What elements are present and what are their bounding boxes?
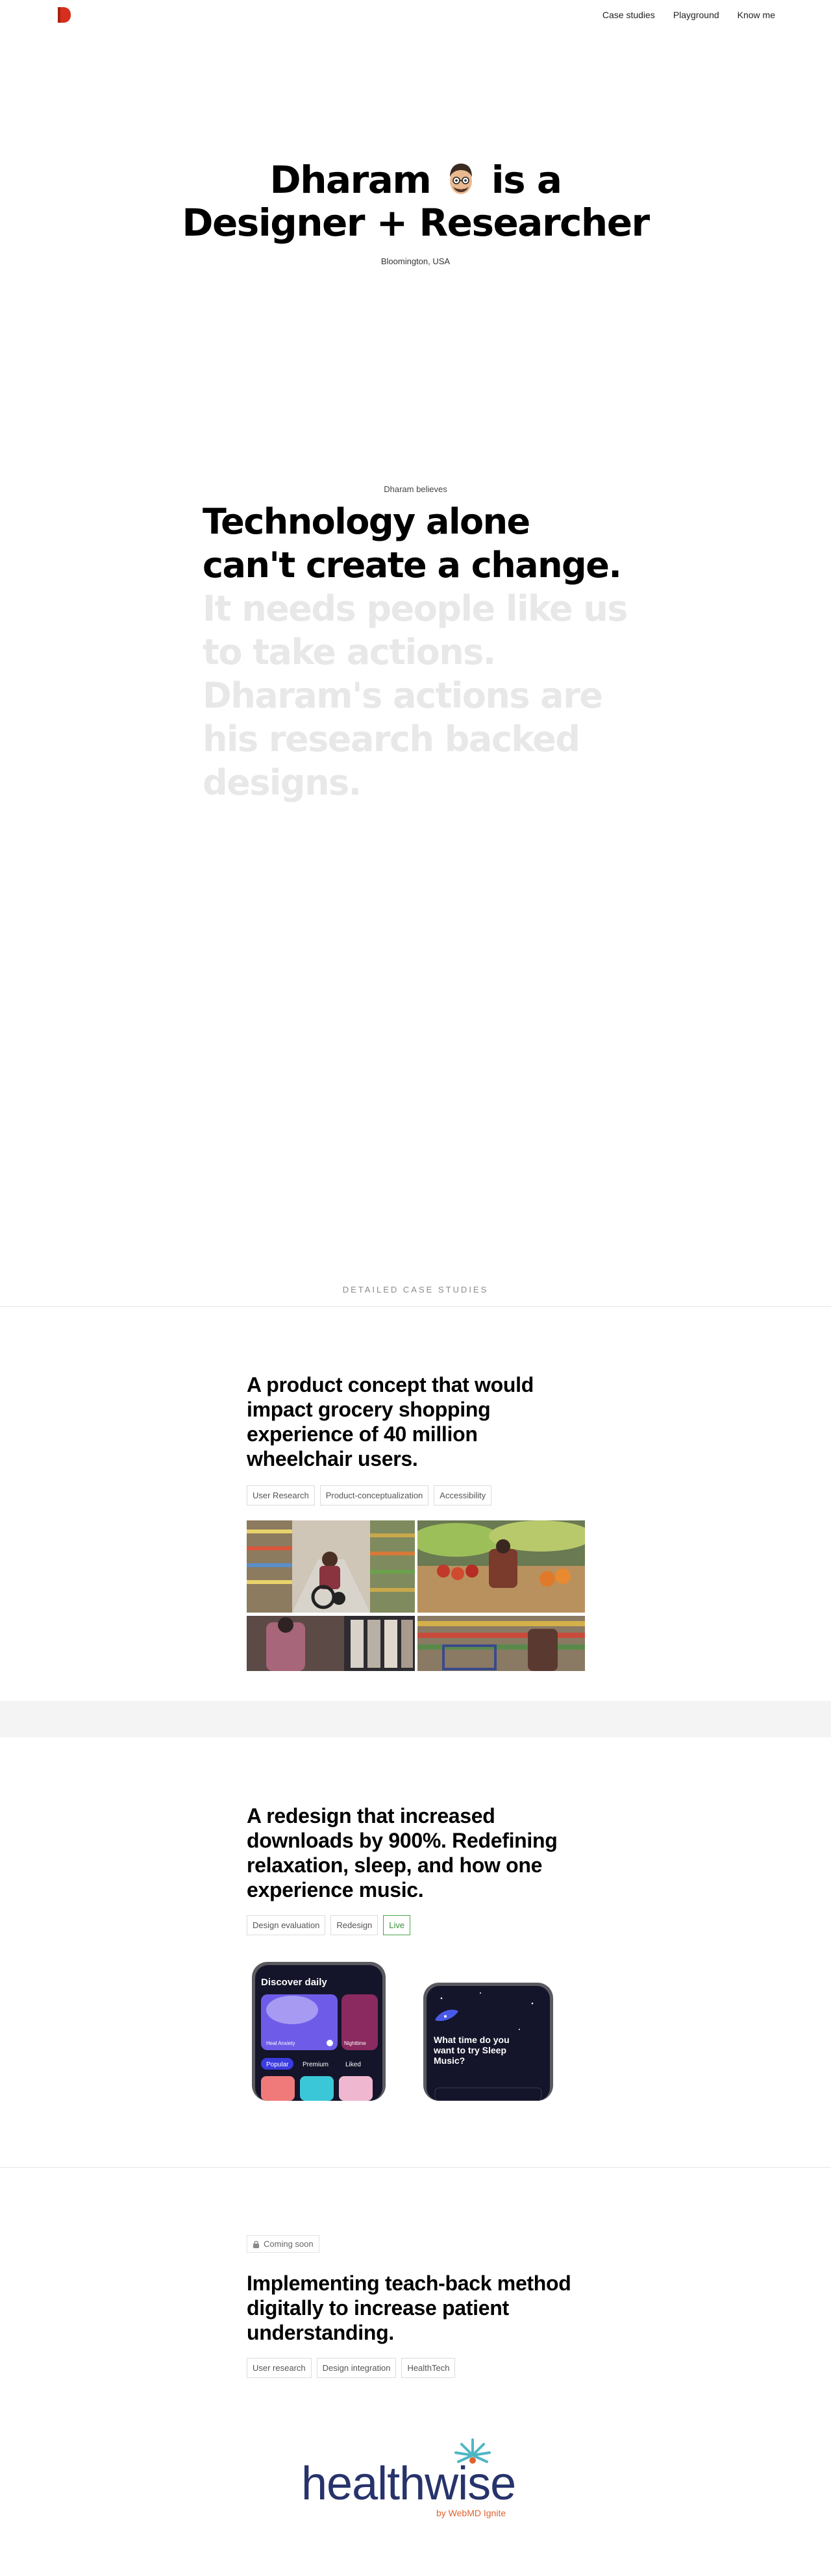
- memoji-avatar-icon: [450, 164, 473, 194]
- case-2-title[interactable]: A redesign that increased downloads by 9…: [247, 1803, 584, 1902]
- divider: [0, 1306, 831, 1307]
- shopping-cart-photo: [417, 1616, 585, 1671]
- case-2-tags: Design evaluation Redesign Live: [247, 1915, 411, 1935]
- nav-playground-link[interactable]: Playground: [673, 10, 719, 20]
- tag-live[interactable]: Live: [383, 1915, 411, 1935]
- hero-name: Dharam: [269, 158, 432, 202]
- hero-role: Designer + Researcher: [182, 201, 650, 245]
- section-separator-band: [0, 1701, 831, 1737]
- divider: [0, 2167, 831, 2168]
- tag-user-research[interactable]: User Research: [247, 1485, 315, 1505]
- case-1-tags: User Research Product-conceptualization …: [247, 1485, 492, 1505]
- tag-accessibility[interactable]: Accessibility: [434, 1485, 492, 1505]
- healthwise-byline: by WebMD Ignite: [436, 2508, 506, 2518]
- frozen-aisle-photo: [247, 1616, 415, 1671]
- phone-left-card-b: Nighttime: [344, 2040, 366, 2046]
- belief-faded-text: It needs people like us to take actions.…: [203, 588, 628, 803]
- phone-left-card-a: Heal Anxiety: [266, 2040, 295, 2046]
- nav-know-me-link[interactable]: Know me: [738, 10, 775, 20]
- tag-design-evaluation[interactable]: Design evaluation: [247, 1915, 326, 1935]
- wheelchair-aisle-photo: [247, 1520, 415, 1613]
- coming-soon-label: Coming soon: [264, 2239, 314, 2249]
- tag-design-integration[interactable]: Design integration: [316, 2358, 397, 2378]
- nav-links: Case studies Playground Know me: [602, 10, 775, 20]
- phone-left-heading: Discover daily: [261, 1977, 327, 1988]
- phone-left-tab-premium: Premium: [303, 2061, 329, 2068]
- top-nav: Case studies Playground Know me: [0, 0, 831, 31]
- coming-soon-badge: Coming soon: [247, 2235, 319, 2253]
- healthwise-logo[interactable]: healthwise by WebMD Ignite: [299, 2434, 532, 2522]
- produce-section-photo: [417, 1520, 585, 1613]
- lock-icon: [253, 2240, 259, 2248]
- case-3-title[interactable]: Implementing teach-back method digitally…: [247, 2271, 584, 2345]
- phone-right-question: What time do you want to try Sleep Music…: [434, 2035, 510, 2066]
- portfolio-page: Case studies Playground Know me Dharam i…: [0, 0, 831, 2576]
- healthwise-wordmark: healthwise: [301, 2458, 515, 2510]
- phone-left-tab-liked: Liked: [345, 2061, 361, 2068]
- hero-location: Bloomington, USA: [380, 256, 451, 266]
- belief-strong-text: Technology alone can't create a change.: [203, 501, 622, 586]
- logo-icon[interactable]: [56, 6, 71, 23]
- tag-healthtech[interactable]: HealthTech: [401, 2358, 456, 2378]
- case-1-photo-grid[interactable]: [247, 1520, 585, 1671]
- belief-label: Dharam believes: [384, 484, 447, 494]
- belief-statement: Technology alone can't create a change. …: [203, 500, 631, 804]
- nav-case-studies-link[interactable]: Case studies: [602, 10, 655, 20]
- app-phone-mockups[interactable]: Discover daily Heal Anxiety Nighttime Po…: [247, 1958, 584, 2101]
- tag-product-conceptualization[interactable]: Product-conceptualization: [319, 1485, 429, 1505]
- phone-left-tab-popular: Popular: [266, 2061, 289, 2068]
- tag-redesign[interactable]: Redesign: [330, 1915, 378, 1935]
- hero-title: Dharam is a Designer + Researcher: [0, 158, 831, 244]
- case-3-tags: User research Design integration HealthT…: [247, 2358, 456, 2378]
- case-studies-heading: DETAILED CASE STUDIES: [342, 1285, 489, 1294]
- hero-is-a: is a: [491, 158, 562, 202]
- tag-user-research[interactable]: User research: [247, 2358, 312, 2378]
- case-1-title[interactable]: A product concept that would impact groc…: [247, 1372, 584, 1471]
